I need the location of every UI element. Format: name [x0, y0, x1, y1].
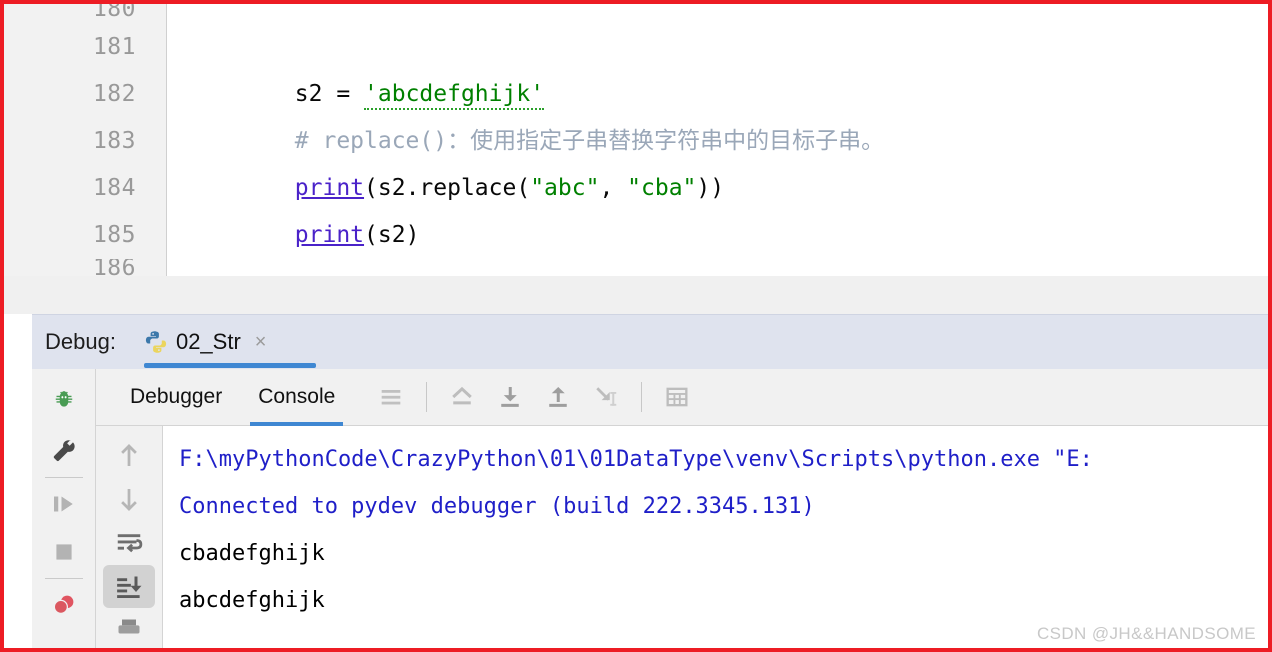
scroll-to-end-icon[interactable]: [103, 564, 155, 609]
code-token: )): [696, 175, 725, 201]
editor-line-number-gutter[interactable]: 180 181 182 183 184 185 186: [4, 4, 167, 276]
show-options-menu-icon[interactable]: [367, 373, 415, 421]
editor-bottom-splitter[interactable]: [4, 276, 1268, 314]
run-configuration-tab[interactable]: 02_Str ×: [138, 315, 316, 370]
tab-console[interactable]: Console: [240, 369, 353, 426]
settings-wrench-icon[interactable]: [40, 427, 88, 475]
line-number: 181: [92, 34, 136, 60]
run-to-cursor-icon[interactable]: [582, 373, 630, 421]
tab-underline: [250, 421, 344, 426]
print-icon[interactable]: [103, 608, 155, 648]
screenshot-frame: 180 181 182 183 184 185 186 s2 = 'abcdef…: [0, 0, 1272, 652]
toolbar-separator: [641, 382, 643, 412]
line-number: 182: [92, 81, 136, 107]
code-token: (s2.replace(: [364, 175, 531, 201]
debug-header-label: Debug:: [45, 329, 116, 354]
code-editor[interactable]: 180 181 182 183 184 185 186 s2 = 'abcdef…: [4, 4, 1268, 276]
watermark: CSDN @JH&&HANDSOME: [1036, 624, 1256, 643]
resume-program-icon[interactable]: [40, 480, 88, 528]
down-arrow-icon[interactable]: [103, 478, 155, 522]
console-line: abcdefghijk: [179, 588, 325, 613]
code-token-comment: # replace()：使用指定子串替换字符串中的目标子串。: [294, 128, 885, 154]
line-number: 180: [92, 4, 136, 22]
up-arrow-icon[interactable]: [103, 434, 155, 478]
console-line: cbadefghijk: [179, 541, 325, 566]
tab-label: Debugger: [130, 385, 223, 408]
line-number: 185: [92, 222, 136, 248]
debug-right-pane: Debugger Console F:\myPythonCode\CrazyPy…: [96, 369, 1268, 648]
line-number: 184: [92, 175, 136, 201]
code-token-string: 'abcdefghijk': [364, 81, 545, 110]
soft-wrap-icon[interactable]: [103, 521, 155, 565]
close-icon[interactable]: ×: [255, 332, 267, 352]
line-number: 183: [92, 128, 136, 154]
rail-divider: [44, 578, 83, 579]
view-breakpoints-icon[interactable]: [40, 581, 88, 629]
tab-debugger[interactable]: Debugger: [112, 369, 240, 426]
code-token: s2 =: [294, 81, 365, 107]
python-icon: [144, 330, 168, 354]
line-number: 186: [92, 259, 136, 276]
debug-icon[interactable]: [40, 379, 88, 427]
code-token-builtin: print: [294, 175, 365, 201]
console-area: F:\myPythonCode\CrazyPython\01\01DataTyp…: [96, 426, 1268, 648]
step-into-icon[interactable]: [486, 373, 534, 421]
editor-code-area[interactable]: s2 = 'abcdefghijk' # replace()：使用指定子串替换字…: [167, 4, 1268, 276]
debug-tabbar: Debugger Console: [96, 369, 1268, 426]
run-configuration-name: 02_Str: [175, 329, 241, 354]
active-tab-underline: [143, 362, 316, 368]
code-token: (s2): [364, 222, 420, 248]
console-line: Connected to pydev debugger (build 222.3…: [179, 494, 815, 519]
debug-toolwindow-header: Debug: 02_Str ×: [32, 314, 1268, 369]
stop-icon[interactable]: [40, 528, 88, 576]
code-token: ,: [599, 175, 628, 201]
code-token-string: "abc": [530, 175, 600, 201]
toolbar-separator: [426, 382, 428, 412]
code-token-builtin: print: [294, 222, 365, 248]
debug-left-rail: [32, 369, 96, 648]
tab-label: Console: [258, 385, 336, 408]
code-token-string: "cba": [627, 175, 697, 201]
console-left-rail: [96, 426, 163, 648]
step-over-icon[interactable]: [438, 373, 486, 421]
code-line: s2 = 'abcdefghijk': [184, 24, 1268, 110]
debug-tool-window: Debugger Console F:\myPythonCode\CrazyPy…: [32, 369, 1268, 648]
console-output[interactable]: F:\myPythonCode\CrazyPython\01\01DataTyp…: [163, 426, 1268, 648]
step-out-icon[interactable]: [534, 373, 582, 421]
evaluate-expression-icon[interactable]: [653, 373, 701, 421]
rail-divider: [44, 477, 83, 478]
console-line: F:\myPythonCode\CrazyPython\01\01DataTyp…: [179, 447, 1093, 472]
